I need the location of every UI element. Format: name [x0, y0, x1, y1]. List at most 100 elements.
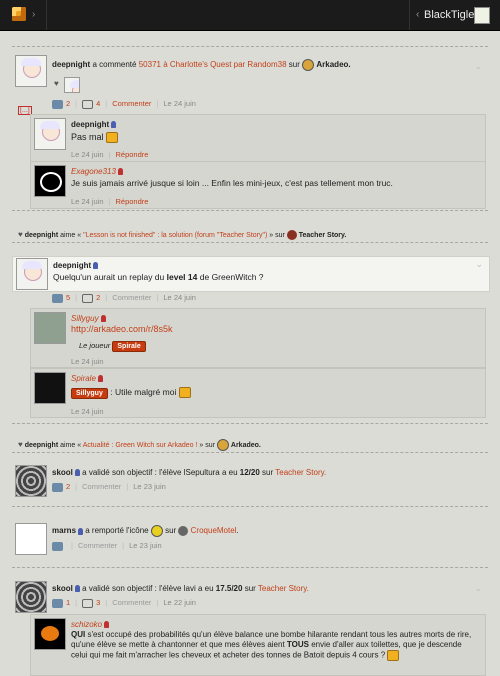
comment: Sillyguy http://arkadeo.com/r/8s5k Le jo…	[30, 308, 486, 368]
post-text: Quelqu'un aurait un replay du	[53, 272, 165, 282]
topic-link[interactable]: "Lesson is not finished" : la solution (…	[83, 232, 267, 239]
verb-text: aime «	[60, 441, 82, 449]
avatar	[474, 7, 490, 24]
like-icon[interactable]	[52, 293, 63, 303]
comment-link[interactable]: Commenter	[112, 293, 151, 302]
verb-text: aime «	[60, 232, 82, 239]
comment-text: : Utile malgré moi	[110, 387, 177, 397]
action-text: a validé son objectif : l'élève lavi a e…	[82, 584, 214, 593]
game-link[interactable]: Teacher Story.	[299, 232, 347, 239]
post-text-bold: level 14	[166, 272, 198, 282]
comment-link[interactable]: Commenter	[112, 99, 151, 108]
comment-link[interactable]: Commenter	[78, 541, 117, 550]
top-bar: › ‹ BlackTigle	[0, 0, 500, 31]
divider	[12, 567, 488, 568]
comment-count: 3	[96, 598, 101, 607]
like-count: 5	[66, 293, 71, 302]
like-icon[interactable]	[52, 99, 63, 109]
user-link[interactable]: deepnight	[52, 60, 90, 69]
comment-text-bold: TOUS	[286, 640, 309, 649]
like-count: 2	[66, 482, 71, 491]
logo-menu[interactable]: ›	[0, 0, 47, 30]
user-link[interactable]: Spirale	[71, 374, 96, 383]
chevron-down-icon[interactable]: ⌄	[474, 583, 482, 594]
comment-link[interactable]: Commenter	[82, 482, 121, 491]
avatar[interactable]	[34, 372, 66, 404]
divider	[12, 452, 488, 453]
user-icon	[74, 469, 80, 477]
emoticon-icon	[387, 650, 400, 661]
target-link[interactable]: 50371 à Charlotte's Quest par Random38	[139, 60, 287, 69]
user-link[interactable]: Sillyguy	[71, 314, 99, 323]
avatar[interactable]	[15, 55, 47, 87]
chevron-down-icon[interactable]: ⌄	[474, 61, 482, 72]
chevron-right-icon: ›	[32, 9, 36, 20]
user-link[interactable]: deepnight	[25, 232, 58, 239]
game-link[interactable]: Teacher Story.	[275, 468, 326, 477]
mention-badge[interactable]: Sillyguy	[71, 388, 108, 399]
user-link[interactable]: deepnight	[53, 261, 91, 270]
comment-icon[interactable]	[82, 598, 94, 608]
game-link[interactable]: Arkadeo.	[316, 60, 350, 69]
like-icon[interactable]	[52, 598, 63, 608]
topic-link[interactable]: Actualité : Green Witch sur Arkadeo !	[83, 442, 198, 449]
user-link[interactable]: skool	[52, 468, 73, 477]
heart-icon: ♥	[18, 230, 23, 239]
comment-icon[interactable]	[82, 99, 94, 109]
date: Le 23 juin	[133, 482, 166, 491]
user-menu[interactable]: ‹ BlackTigle	[409, 0, 500, 30]
user-link[interactable]: deepnight	[25, 442, 58, 449]
game-link[interactable]: CroqueMotel	[191, 526, 237, 535]
suffix-text: » sur	[199, 441, 215, 449]
feed-item-highlighted: deepnight Quelqu'un aurait un replay du …	[12, 256, 490, 292]
avatar[interactable]	[16, 258, 48, 290]
cube-logo-icon	[12, 7, 26, 21]
comment-count: 4	[96, 99, 101, 108]
date: Le 22 juin	[163, 598, 196, 607]
user-icon	[111, 121, 117, 129]
user-link[interactable]: deepnight	[71, 120, 109, 129]
reply-link[interactable]: Répondre	[115, 197, 148, 206]
user-icon	[104, 621, 110, 629]
action-text: a remporté l'icône	[85, 526, 149, 536]
comment-link[interactable]: Commenter	[112, 598, 151, 607]
user-link[interactable]: skool	[52, 584, 73, 593]
user-link[interactable]: Exagone313	[71, 167, 116, 176]
avatar[interactable]	[34, 312, 66, 344]
user-link[interactable]: schizoko	[71, 620, 102, 629]
game-link[interactable]: Arkadeo.	[231, 442, 261, 449]
arkadeo-icon	[302, 59, 315, 71]
date: Le 24 juin	[71, 197, 104, 206]
action-text: a validé son objectif : l'élève lSepultu…	[82, 468, 238, 477]
small-avatar[interactable]	[64, 77, 80, 93]
on-text: sur	[244, 584, 256, 593]
avatar[interactable]	[15, 581, 47, 613]
comment-icon[interactable]	[82, 293, 94, 303]
like-icon[interactable]	[52, 541, 63, 551]
divider	[12, 506, 488, 507]
avatar[interactable]	[15, 523, 47, 555]
on-text: sur	[262, 468, 274, 477]
like-icon[interactable]	[52, 482, 63, 492]
divider	[12, 423, 488, 424]
avatar[interactable]	[34, 618, 66, 650]
avatar[interactable]	[34, 165, 66, 197]
player-badge[interactable]: Spirale	[112, 341, 146, 352]
like-activity: ♥ deepnight aime « "Lesson is not finish…	[18, 230, 347, 241]
divider	[12, 242, 488, 243]
reply-link[interactable]: Répondre	[115, 150, 148, 159]
avatar[interactable]	[15, 465, 47, 497]
user-link[interactable]: marns	[52, 526, 76, 535]
like-count: 1	[66, 598, 71, 607]
date: Le 24 juin	[71, 357, 104, 366]
avatar[interactable]	[34, 118, 66, 150]
replay-link[interactable]: http://arkadeo.com/r/8s5k	[71, 324, 173, 334]
chevron-down-icon[interactable]: ⌄	[475, 259, 483, 270]
user-icon	[74, 585, 80, 593]
arkadeo-icon	[216, 439, 229, 451]
like-count: 2	[66, 99, 71, 108]
suffix-text: .	[236, 526, 239, 536]
on-text: sur	[288, 60, 300, 70]
comment-count: 2	[96, 293, 101, 302]
game-link[interactable]: Teacher Story.	[258, 584, 309, 593]
